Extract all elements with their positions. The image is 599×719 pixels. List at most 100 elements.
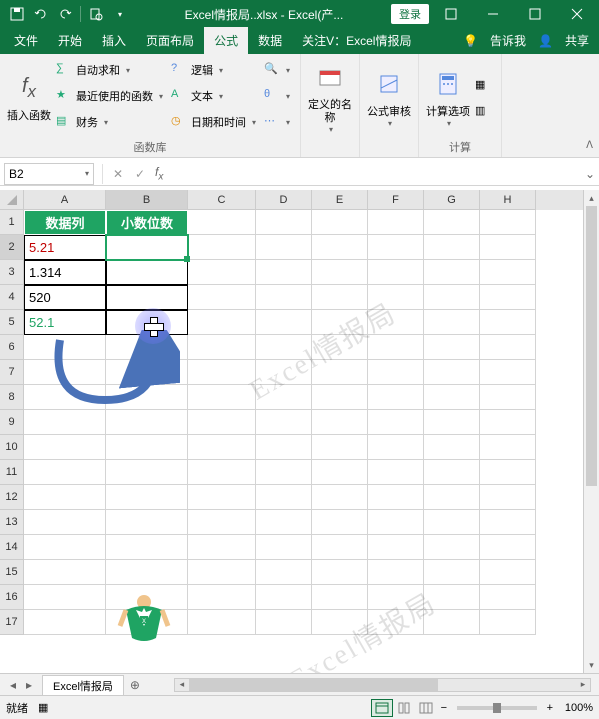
cell[interactable]: [368, 410, 424, 435]
cell[interactable]: [256, 335, 312, 360]
cell[interactable]: [106, 560, 188, 585]
column-header[interactable]: B: [106, 190, 188, 210]
add-sheet-button[interactable]: ⊕: [124, 674, 146, 696]
row-header[interactable]: 15: [0, 560, 24, 585]
cell[interactable]: [368, 510, 424, 535]
cell[interactable]: 1.314: [24, 260, 106, 285]
cell[interactable]: [24, 385, 106, 410]
cell[interactable]: [256, 510, 312, 535]
cell[interactable]: [480, 260, 536, 285]
horizontal-scrollbar[interactable]: ◂ ▸: [174, 678, 591, 692]
tab-data[interactable]: 数据: [248, 27, 292, 54]
sheet-nav-prev-icon[interactable]: ◂: [6, 678, 20, 692]
cell[interactable]: [480, 560, 536, 585]
cell[interactable]: [188, 260, 256, 285]
cell[interactable]: [188, 585, 256, 610]
scroll-left-icon[interactable]: ◂: [175, 679, 189, 691]
expand-formula-bar-icon[interactable]: ⌄: [581, 167, 599, 181]
cell[interactable]: [24, 360, 106, 385]
cell[interactable]: [424, 585, 480, 610]
cell[interactable]: [24, 410, 106, 435]
calc-options-button[interactable]: 计算选项▾: [425, 58, 471, 140]
cell[interactable]: [480, 385, 536, 410]
column-header[interactable]: D: [256, 190, 312, 210]
hscroll-thumb[interactable]: [189, 679, 438, 691]
cell[interactable]: [312, 260, 368, 285]
cell[interactable]: [368, 385, 424, 410]
vscroll-thumb[interactable]: [586, 206, 597, 486]
tell-me[interactable]: 告诉我: [488, 27, 528, 54]
undo-icon[interactable]: [30, 3, 52, 25]
more-functions-button[interactable]: ⋯▾: [260, 110, 294, 134]
cell[interactable]: [24, 610, 106, 635]
sheet-nav-next-icon[interactable]: ▸: [22, 678, 36, 692]
row-header[interactable]: 8: [0, 385, 24, 410]
scroll-down-icon[interactable]: ▾: [584, 657, 599, 673]
cell[interactable]: [424, 460, 480, 485]
row-header[interactable]: 4: [0, 285, 24, 310]
cell[interactable]: [256, 410, 312, 435]
cell[interactable]: [312, 435, 368, 460]
zoom-in-button[interactable]: +: [543, 702, 557, 714]
qat-dropdown-icon[interactable]: ▾: [109, 3, 131, 25]
cell[interactable]: [256, 460, 312, 485]
calc-sheet-button[interactable]: ▥: [471, 100, 495, 124]
cell[interactable]: [188, 360, 256, 385]
tab-home[interactable]: 开始: [48, 27, 92, 54]
cell[interactable]: [368, 585, 424, 610]
cell[interactable]: [106, 385, 188, 410]
cell[interactable]: [256, 585, 312, 610]
cell[interactable]: [256, 235, 312, 260]
ribbon-display-icon[interactable]: [431, 0, 471, 28]
row-header[interactable]: 6: [0, 335, 24, 360]
cell[interactable]: [480, 485, 536, 510]
cell[interactable]: [424, 210, 480, 235]
row-header[interactable]: 17: [0, 610, 24, 635]
cell[interactable]: [188, 460, 256, 485]
cell[interactable]: [24, 435, 106, 460]
close-icon[interactable]: [557, 0, 597, 28]
cell[interactable]: [106, 435, 188, 460]
text-button[interactable]: A文本▾: [167, 84, 260, 108]
cell[interactable]: [424, 385, 480, 410]
page-layout-view-button[interactable]: [393, 699, 415, 717]
cell[interactable]: 数据列: [24, 210, 106, 235]
cell[interactable]: [106, 510, 188, 535]
cell[interactable]: [256, 435, 312, 460]
cell[interactable]: [188, 235, 256, 260]
cell[interactable]: [256, 610, 312, 635]
cell[interactable]: [312, 385, 368, 410]
cancel-formula-icon[interactable]: ✕: [107, 167, 129, 181]
share-button[interactable]: 共享: [563, 27, 591, 54]
cell[interactable]: [256, 210, 312, 235]
row-header[interactable]: 5: [0, 310, 24, 335]
cell[interactable]: [188, 410, 256, 435]
column-header[interactable]: E: [312, 190, 368, 210]
cell[interactable]: [188, 535, 256, 560]
cell[interactable]: [424, 535, 480, 560]
cell[interactable]: [256, 560, 312, 585]
cell[interactable]: [256, 310, 312, 335]
cell[interactable]: [106, 485, 188, 510]
cell[interactable]: [480, 510, 536, 535]
cell[interactable]: [424, 435, 480, 460]
tab-formulas[interactable]: 公式: [204, 27, 248, 54]
cell[interactable]: [24, 510, 106, 535]
cell[interactable]: [256, 535, 312, 560]
cell[interactable]: [480, 410, 536, 435]
cell[interactable]: [480, 435, 536, 460]
financial-button[interactable]: ▤财务▾: [52, 110, 167, 134]
minimize-icon[interactable]: [473, 0, 513, 28]
cell[interactable]: [480, 610, 536, 635]
cell[interactable]: [368, 235, 424, 260]
cell[interactable]: [24, 335, 106, 360]
cell[interactable]: [424, 335, 480, 360]
vertical-scrollbar[interactable]: ▴ ▾: [583, 190, 599, 673]
cell[interactable]: [188, 310, 256, 335]
cell[interactable]: [368, 535, 424, 560]
cell[interactable]: [312, 510, 368, 535]
cell[interactable]: 小数位数: [106, 210, 188, 235]
select-all-corner[interactable]: [0, 190, 24, 210]
normal-view-button[interactable]: [371, 699, 393, 717]
fx-icon-small[interactable]: fx: [155, 165, 163, 182]
